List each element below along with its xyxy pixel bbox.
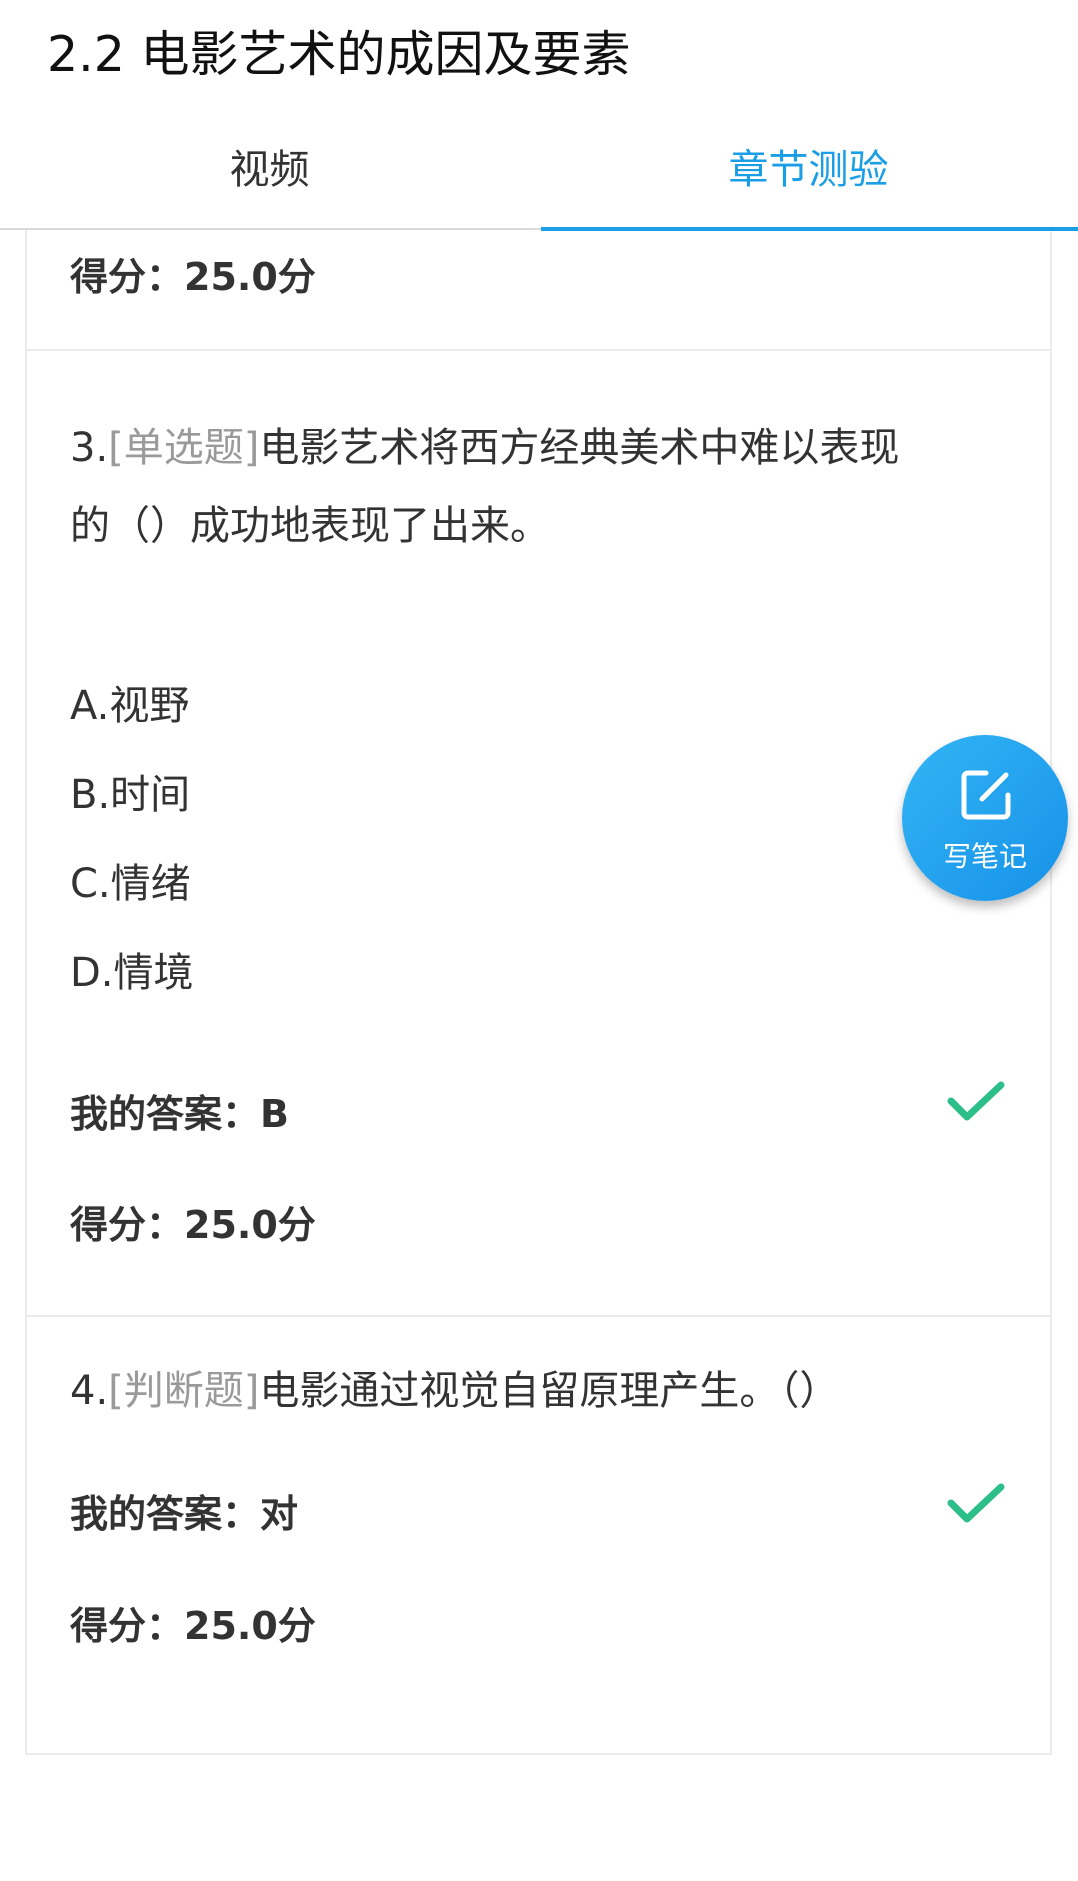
quiz-content[interactable]: 得分：25.0分 3.[单选题]电影艺术将西方经典美术中难以表现 的（）成功地表… [25,230,1052,1755]
question-number: 3. [70,425,109,471]
question-3: 3.[单选题]电影艺术将西方经典美术中难以表现 的（）成功地表现了出来。 A.视… [27,351,1050,1247]
question-text-body: 电影通过视觉自留原理产生。（） [259,1368,840,1414]
check-icon [947,1081,1005,1121]
score-label: 得分：25.0分 [70,1203,316,1247]
question-number: 4. [70,1368,109,1414]
option-d: D.情境 [70,950,194,996]
my-answer: 我的答案：对 [70,1492,299,1536]
question-text-line1: 电影艺术将西方经典美术中难以表现 [259,425,900,471]
question-text: 4.[判断题]电影通过视觉自留原理产生。（） [70,1352,1000,1430]
option-b: B.时间 [70,772,191,818]
score-label: 得分：25.0分 [70,1604,316,1648]
tab-video[interactable]: 视频 [0,120,539,228]
option-a: A.视野 [70,683,190,729]
active-tab-indicator [541,227,1078,231]
tab-bar: 视频 章节测验 [0,120,1078,231]
question-4: 4.[判断题]电影通过视觉自留原理产生。（） 我的答案：对 得分：25.0分 [27,1317,1050,1753]
question-2-tail: 得分：25.0分 [27,230,1050,349]
option-c: C.情绪 [70,861,191,907]
question-text-line2: 的（）成功地表现了出来。 [70,503,550,549]
write-note-label: 写笔记 [942,840,1027,873]
edit-note-icon [961,770,1011,820]
question-type: [单选题] [108,425,260,471]
check-icon [947,1483,1005,1523]
page-title: 2.2 电影艺术的成因及要素 [47,26,631,83]
tab-chapter-quiz[interactable]: 章节测验 [539,120,1078,228]
question-type: [判断题] [108,1368,260,1414]
my-answer: 我的答案：B [70,1092,289,1136]
question-text: 3.[单选题]电影艺术将西方经典美术中难以表现 的（）成功地表现了出来。 [70,409,1000,565]
score-label: 得分：25.0分 [70,255,316,299]
write-note-button[interactable]: 写笔记 [902,735,1068,901]
